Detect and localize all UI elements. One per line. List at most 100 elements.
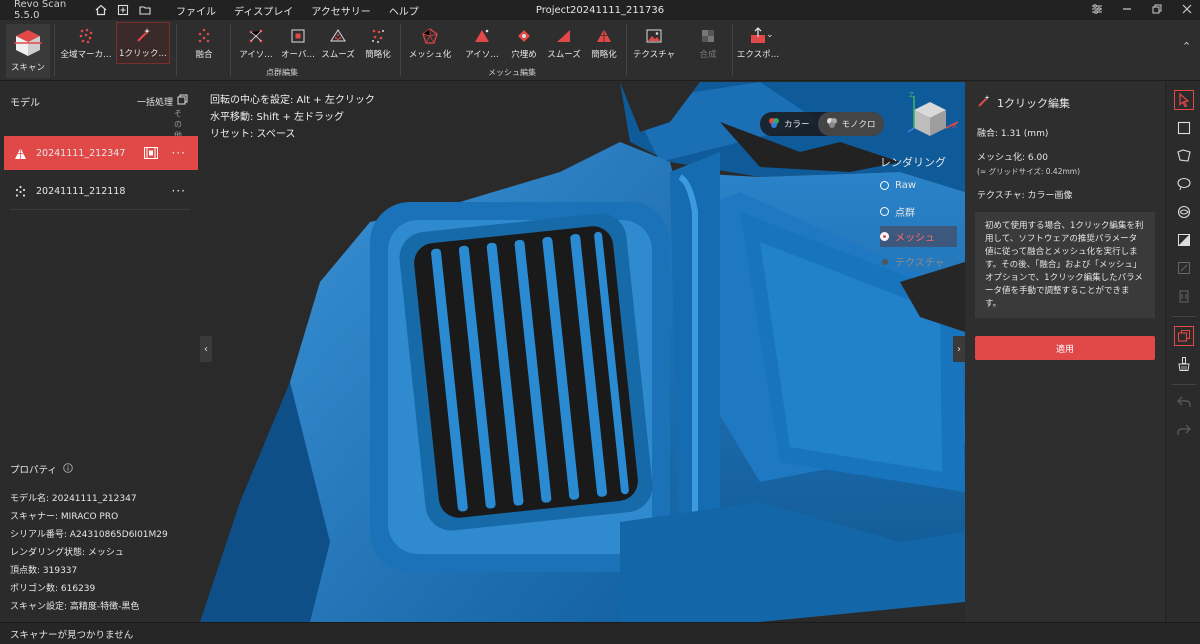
- fill-holes-button[interactable]: 穴埋め: [504, 24, 544, 64]
- minimize-icon[interactable]: [1120, 2, 1134, 16]
- smooth-mesh-button[interactable]: スムーズ: [544, 24, 584, 64]
- video-icon[interactable]: [144, 147, 158, 159]
- merge-icon: [702, 30, 714, 42]
- lasso-polygon-icon[interactable]: [1174, 146, 1194, 166]
- scan-cube-icon: [14, 30, 42, 56]
- mono-circles-icon: [826, 117, 838, 132]
- one-click-edit-button[interactable]: 1クリック…: [116, 22, 170, 64]
- menu-bar: ファイル ディスプレイ アクセサリー ヘルプ: [176, 3, 419, 18]
- export-label: エクスポ…: [736, 50, 780, 60]
- radio-disabled-icon: [882, 258, 888, 265]
- model-item[interactable]: 20241111_212347 ···: [4, 136, 198, 170]
- rendering-title: レンダリング: [880, 156, 946, 169]
- collapse-left-panel-chevron-icon[interactable]: ‹: [200, 336, 212, 362]
- render-option-mesh[interactable]: メッシュ: [880, 226, 957, 247]
- undo-icon[interactable]: [1174, 392, 1194, 412]
- brush-select-icon[interactable]: [1174, 202, 1194, 222]
- view-cube[interactable]: Z X: [900, 88, 960, 148]
- lasso-freehand-icon[interactable]: [1174, 174, 1194, 194]
- restore-icon[interactable]: [1150, 2, 1164, 16]
- tool-icon-bar: [1165, 82, 1200, 622]
- global-marker-button[interactable]: 全域マーカ…: [58, 24, 114, 64]
- more-options-icon[interactable]: ···: [172, 146, 186, 160]
- render-option-texture[interactable]: テクスチャ: [880, 254, 945, 269]
- render-raw-label: Raw: [895, 180, 917, 191]
- menu-file[interactable]: ファイル: [176, 3, 216, 18]
- render-mesh-label: メッシュ: [895, 233, 935, 244]
- export-icon: [751, 27, 765, 43]
- rectangle-select-icon[interactable]: [1174, 118, 1194, 138]
- meshing-value: メッシュ化: 6.00: [977, 153, 1048, 163]
- redo-icon[interactable]: [1174, 420, 1194, 440]
- icon-bar-separator: [1172, 384, 1196, 385]
- delete-selection-icon[interactable]: [1174, 286, 1194, 306]
- point-cloud-model-icon: [12, 183, 28, 199]
- radio-icon: [880, 207, 889, 216]
- status-bar: スキャナーが見つかりません: [0, 622, 1200, 644]
- close-icon[interactable]: [1180, 2, 1194, 16]
- isolate-points-label: アイソ…: [239, 50, 273, 60]
- color-mode-toggle[interactable]: カラー モノクロ: [760, 112, 884, 136]
- new-project-icon[interactable]: [116, 3, 130, 17]
- collapse-toolbar-chevron-icon[interactable]: ⌃: [1182, 40, 1191, 53]
- fusion-button[interactable]: 融合: [184, 24, 224, 64]
- more-options-icon[interactable]: ···: [172, 184, 186, 198]
- settings-sliders-icon[interactable]: [1090, 2, 1104, 16]
- texture-button[interactable]: テクスチャ: [632, 24, 676, 64]
- color-mode-mono[interactable]: モノクロ: [817, 112, 884, 136]
- meshing-button[interactable]: メッシュ化: [406, 24, 454, 64]
- 3d-viewport[interactable]: 回転の中心を設定: Alt + 左クリック 水平移動: Shift + 左ドラッ…: [200, 82, 965, 622]
- select-cursor-icon[interactable]: [1174, 90, 1194, 110]
- clean-brush-icon[interactable]: [1174, 354, 1194, 374]
- isolate-points-button[interactable]: アイソ…: [236, 24, 276, 64]
- batch-process-button[interactable]: 一括処理: [137, 94, 188, 108]
- menu-help[interactable]: ヘルプ: [389, 3, 419, 18]
- model-item[interactable]: 20241111_212118 ···: [4, 174, 198, 208]
- smooth-mesh-icon: [557, 30, 570, 42]
- scan-label: スキャン: [10, 63, 45, 73]
- menu-accessory[interactable]: アクセサリー: [311, 3, 371, 18]
- smooth-points-button[interactable]: スムーズ: [318, 24, 358, 64]
- property-scanner: スキャナー: MIRACO PRO: [10, 512, 119, 522]
- panel-title: 1クリック編集: [977, 94, 1070, 111]
- home-icon[interactable]: [94, 3, 108, 17]
- panel-title-label: 1クリック編集: [997, 96, 1070, 110]
- isolate-mesh-button[interactable]: アイソ…: [462, 24, 502, 64]
- magic-wand-icon: [137, 28, 150, 42]
- smooth-icon: [330, 29, 346, 42]
- collapse-right-panel-chevron-icon[interactable]: ›: [953, 336, 965, 362]
- radio-selected-icon: [880, 232, 889, 241]
- export-chevron-down-icon[interactable]: ⌄: [766, 30, 774, 40]
- color-mode-color[interactable]: カラー: [760, 112, 818, 136]
- one-click-edit-label: 1クリック…: [119, 49, 167, 59]
- texture-value: テクスチャ: カラー画像: [977, 191, 1073, 201]
- toolbar-separator: [54, 24, 55, 76]
- clear-selection-icon[interactable]: [1174, 258, 1194, 278]
- overlap-button[interactable]: オーバ…: [278, 24, 318, 64]
- batch-icon: [177, 94, 188, 108]
- copy-layers-icon[interactable]: [1174, 326, 1194, 346]
- render-texture-label: テクスチャ: [895, 258, 945, 269]
- scan-button[interactable]: スキャン: [6, 24, 50, 78]
- simplify-icon: [372, 29, 384, 43]
- isolate-mesh-icon: [475, 29, 489, 42]
- menu-display[interactable]: ディスプレイ: [234, 3, 293, 18]
- info-icon[interactable]: [63, 462, 73, 476]
- simplify-points-button[interactable]: 簡略化: [358, 24, 398, 64]
- apply-button[interactable]: 適用: [975, 336, 1155, 360]
- toolbar: スキャン 全域マーカ… 1クリック… 融合 アイソ… オーバ… スムーズ 簡略化…: [0, 20, 1200, 81]
- texture-label: テクスチャ: [632, 50, 676, 60]
- isolate-points-icon: [249, 29, 263, 43]
- isolate-mesh-label: アイソ…: [465, 50, 499, 60]
- meshing-label: メッシュ化: [408, 50, 452, 60]
- render-option-raw[interactable]: Raw: [880, 180, 916, 191]
- merge-button[interactable]: 合成: [688, 24, 728, 64]
- open-folder-icon[interactable]: [138, 3, 152, 17]
- simplify-mesh-button[interactable]: 簡略化: [584, 24, 624, 64]
- invert-selection-icon[interactable]: [1174, 230, 1194, 250]
- radio-icon: [880, 181, 889, 190]
- property-model-name: モデル名: 20241111_212347: [10, 494, 137, 504]
- property-scan-settings: スキャン設定: 高精度-特徴-黒色: [10, 602, 140, 612]
- render-option-point-cloud[interactable]: 点群: [880, 204, 915, 219]
- toolbar-separator: [176, 24, 177, 76]
